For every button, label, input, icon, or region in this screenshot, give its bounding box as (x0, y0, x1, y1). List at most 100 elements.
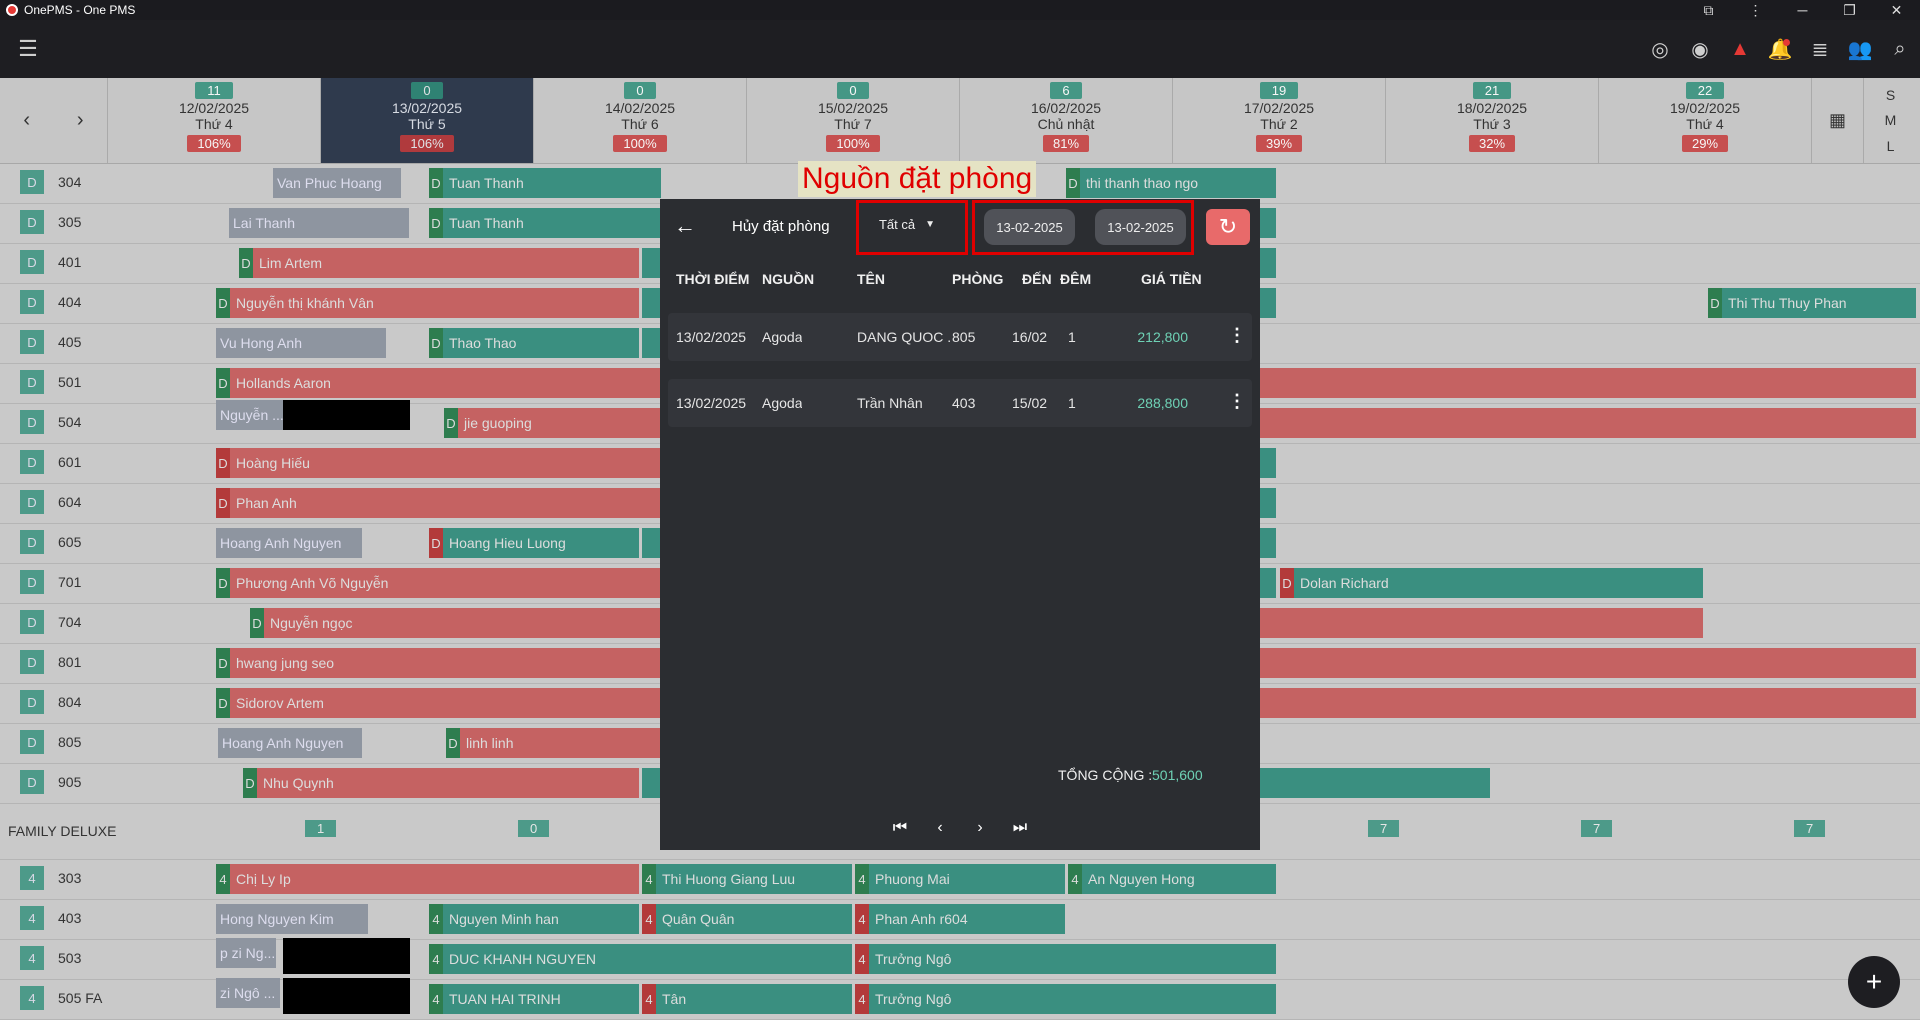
booking-bar[interactable]: D Thi Thu Thuy Phan (1708, 288, 1916, 318)
booking-bar[interactable] (1260, 448, 1276, 478)
booking-bar[interactable]: Vu Hong Anh (216, 328, 386, 358)
list-icon[interactable]: ≣ (1800, 37, 1840, 62)
booking-bar[interactable]: D Nhu Quynh (243, 768, 639, 798)
day-column[interactable]: 19 17/02/2025 Thứ 2 39% (1172, 78, 1385, 163)
booking-bar[interactable]: 4 Chị Ly Ip (216, 864, 639, 894)
table-row[interactable]: 13/02/2025 Agoda Trần Nhân 403 15/02 1 2… (668, 379, 1252, 427)
more-vertical-icon[interactable]: ⋮ (1228, 391, 1246, 412)
extension-icon[interactable]: ⧉ (1685, 2, 1732, 19)
booking-bar[interactable] (1260, 248, 1276, 278)
first-page-icon[interactable]: ⏮ (890, 819, 910, 837)
booking-bar[interactable]: zi Ngô ... n (216, 978, 280, 1008)
booking-bar[interactable]: Hong Nguyen Kim (216, 904, 368, 934)
booking-bar[interactable] (642, 328, 660, 358)
booking-tag: 4 (216, 864, 230, 894)
booking-bar[interactable] (642, 768, 660, 798)
eye-icon[interactable]: ◉ (1680, 37, 1720, 62)
next-page-icon[interactable]: › (970, 819, 990, 837)
prev-page-icon[interactable]: ‹ (930, 819, 950, 837)
booking-bar[interactable]: 4 Phan Anh r604 (855, 904, 1065, 934)
booking-bar[interactable]: Hoang Anh Nguyen (218, 728, 362, 758)
booking-bar[interactable]: Dthi thanh thao ngo (1066, 168, 1276, 198)
day-column[interactable]: 21 18/02/2025 Thứ 3 32% (1385, 78, 1598, 163)
booking-bar[interactable]: D Nguyễn thị khánh Vân (216, 288, 639, 318)
booking-bar[interactable] (1260, 208, 1276, 238)
day-column[interactable]: 0 15/02/2025 Thứ 7 100% (746, 78, 959, 163)
booking-bar[interactable]: 4 TUAN HAI TRINH (429, 984, 639, 1014)
room-number: 704 (58, 614, 82, 630)
prev-arrow-icon[interactable]: ‹ (23, 109, 30, 132)
booking-bar[interactable] (642, 528, 660, 558)
add-fab-button[interactable]: + (1848, 956, 1900, 1008)
booking-bar[interactable] (1260, 688, 1916, 718)
booking-bar[interactable]: D Nguyễn ngọc (250, 608, 661, 638)
booking-bar[interactable]: 4 An Nguyen Hong (1068, 864, 1276, 894)
total-label: TỔNG CỘNG : (1058, 767, 1153, 783)
day-column[interactable]: 11 12/02/2025 Thứ 4 106% (107, 78, 320, 163)
size-s[interactable]: S (1886, 87, 1895, 103)
day-column[interactable]: 0 14/02/2025 Thứ 6 100% (533, 78, 746, 163)
booking-bar[interactable]: Dhwang jung seo (216, 648, 661, 678)
table-row[interactable]: 13/02/2025 Agoda DANG QUOC ... 805 16/02… (668, 313, 1252, 361)
booking-bar[interactable]: 4 DUC KHANH NGUYEN (429, 944, 852, 974)
booking-bar[interactable]: Djie guoping (444, 408, 661, 438)
booking-bar[interactable]: 4 Nguyen Minh han (429, 904, 639, 934)
refresh-button[interactable]: ↻ (1206, 209, 1250, 245)
back-arrow-icon[interactable]: ← (674, 213, 696, 239)
booking-bar[interactable] (1260, 488, 1276, 518)
booking-bar[interactable] (1260, 368, 1916, 398)
search-icon[interactable]: ⌕ (1880, 38, 1920, 61)
hamburger-menu-icon[interactable]: ☰ (0, 36, 56, 62)
close-button[interactable]: ✕ (1873, 2, 1920, 19)
last-page-icon[interactable]: ⏭ (1010, 819, 1030, 837)
booking-bar[interactable]: Van Phuc Hoang (273, 168, 401, 198)
booking-bar[interactable]: 4 Thi Huong Giang Luu (642, 864, 852, 894)
booking-bar[interactable] (1260, 648, 1916, 678)
size-m[interactable]: M (1885, 112, 1897, 128)
booking-bar[interactable] (1260, 768, 1490, 798)
booking-bar[interactable]: Hoang Anh Nguyen (216, 528, 362, 558)
booking-bar[interactable]: Dlinh linh (446, 728, 661, 758)
restore-button[interactable]: ❐ (1826, 2, 1873, 19)
day-column[interactable]: 6 16/02/2025 Chủ nhật 81% (959, 78, 1172, 163)
booking-bar[interactable]: 4 Trưởng Ngô (855, 944, 1276, 974)
app-logo-icon (6, 4, 18, 16)
booking-bar[interactable]: 4 Trưởng Ngô (855, 984, 1276, 1014)
booking-bar[interactable] (1260, 608, 1703, 638)
booking-bar[interactable]: 4 Quân Quân (642, 904, 852, 934)
booking-bar[interactable]: 4 Tân (642, 984, 852, 1014)
size-l[interactable]: L (1887, 138, 1895, 154)
booking-bar[interactable]: D Hoàng Hiếu (216, 448, 661, 478)
booking-bar[interactable] (1260, 408, 1916, 438)
day-column-selected[interactable]: 0 13/02/2025 Thứ 5 106% (320, 78, 533, 163)
booking-bar[interactable] (642, 288, 660, 318)
booking-bar[interactable] (642, 248, 660, 278)
booking-bar[interactable] (1260, 528, 1276, 558)
minimize-button[interactable]: ─ (1779, 2, 1826, 18)
booking-bar[interactable]: D Sidorov Artem (216, 688, 661, 718)
booking-bar[interactable]: D Tuan Thanh (429, 208, 661, 238)
fingerprint-icon[interactable]: ◎ (1640, 37, 1680, 62)
booking-bar[interactable]: D Phương Anh Võ Nguyễn (216, 568, 661, 598)
booking-bar[interactable]: Lai Thanh (229, 208, 409, 238)
more-vertical-icon[interactable]: ⋮ (1732, 2, 1779, 19)
booking-bar[interactable]: D Phan Anh (216, 488, 661, 518)
calendar-icon[interactable]: ▦ (1811, 78, 1863, 163)
booking-bar[interactable]: D Thao Thao (429, 328, 639, 358)
warning-icon[interactable]: ▲ (1720, 38, 1760, 61)
booking-bar[interactable]: Nguyễn ... (216, 400, 286, 430)
more-vertical-icon[interactable]: ⋮ (1228, 325, 1246, 346)
booking-bar[interactable]: D Hollands Aaron (216, 368, 661, 398)
booking-bar[interactable]: D Dolan Richard (1280, 568, 1703, 598)
booking-bar[interactable]: D Hoang Hieu Luong (429, 528, 639, 558)
bell-icon[interactable]: 🔔 (1760, 37, 1800, 62)
booking-bar[interactable] (1260, 568, 1276, 598)
booking-bar[interactable]: D Tuan Thanh (429, 168, 661, 198)
day-column[interactable]: 22 19/02/2025 Thứ 4 29% (1598, 78, 1811, 163)
booking-bar[interactable]: p zi Ng... n (216, 938, 276, 968)
booking-bar[interactable]: D Lim Artem (239, 248, 639, 278)
next-arrow-icon[interactable]: › (77, 109, 84, 132)
booking-bar[interactable] (1260, 288, 1276, 318)
add-user-icon[interactable]: 👥 (1840, 37, 1880, 62)
booking-bar[interactable]: 4 Phuong Mai (855, 864, 1065, 894)
